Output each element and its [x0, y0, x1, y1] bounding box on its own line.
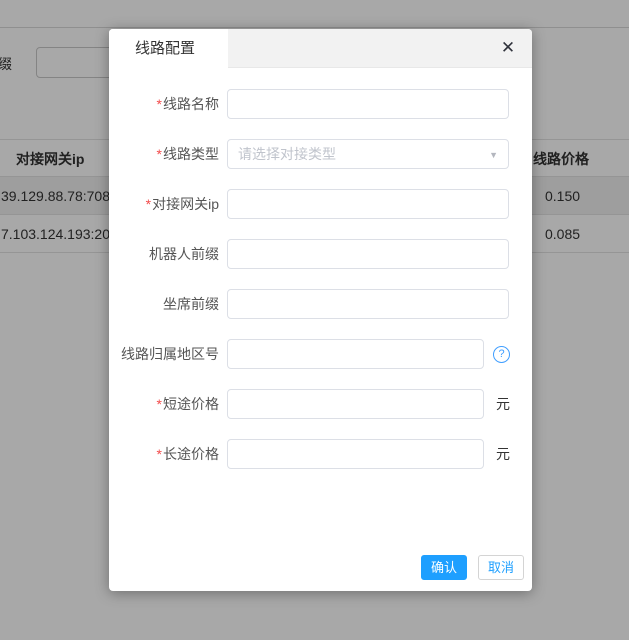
long-price-label: *长途价格 [109, 444, 219, 464]
label-text: 线路类型 [163, 146, 219, 162]
label-text: 对接网关ip [152, 196, 219, 212]
form-row-line-type: *线路类型 请选择对接类型 ▼ [109, 139, 532, 169]
form-row-agent-prefix: 坐席前缀 [109, 289, 532, 319]
required-asterisk: * [156, 446, 162, 462]
select-placeholder: 请选择对接类型 [238, 146, 336, 162]
line-name-input[interactable] [227, 89, 509, 119]
page: 前缀 对接网关ip 线路价格 39.129.88.78:708 0.150 7.… [0, 0, 629, 640]
robot-prefix-label: 机器人前缀 [109, 244, 219, 264]
required-asterisk: * [156, 146, 162, 162]
form-row-line-name: *线路名称 [109, 89, 532, 119]
form-row-gateway-ip: *对接网关ip [109, 189, 532, 219]
robot-prefix-input[interactable] [227, 239, 509, 269]
area-code-label: 线路归属地区号 [109, 344, 219, 364]
cancel-button[interactable]: 取消 [477, 555, 524, 580]
dialog-header: 线路配置 ✕ [109, 29, 532, 69]
yuan-unit-label: 元 [496, 446, 510, 462]
form-row-area-code: 线路归属地区号 ? [109, 339, 532, 369]
long-price-input[interactable] [227, 439, 484, 469]
chevron-down-icon: ▼ [489, 150, 498, 160]
gateway-ip-input[interactable] [227, 189, 509, 219]
required-asterisk: * [145, 196, 152, 212]
label-text: 短途价格 [163, 396, 219, 412]
label-text: 线路归属地区号 [121, 346, 219, 362]
label-text: 坐席前缀 [163, 296, 219, 312]
label-text: 线路名称 [163, 96, 219, 112]
confirm-button[interactable]: 确认 [420, 555, 467, 580]
line-type-select[interactable]: 请选择对接类型 ▼ [227, 139, 509, 169]
form-row-long-price: *长途价格 元 [109, 439, 532, 469]
short-price-label: *短途价格 [109, 394, 219, 414]
gateway-ip-label: *对接网关ip [109, 194, 219, 214]
close-icon[interactable]: ✕ [497, 37, 519, 59]
agent-prefix-label: 坐席前缀 [109, 294, 219, 314]
agent-prefix-input[interactable] [227, 289, 509, 319]
dialog-form: *线路名称 *线路类型 请选择对接类型 ▼ *对接网关ip 机器人前缀 坐席前缀… [109, 68, 532, 469]
required-asterisk: * [156, 396, 162, 412]
label-text: 长途价格 [163, 446, 219, 462]
yuan-unit-label: 元 [496, 396, 510, 412]
dialog-title-tab: 线路配置 [109, 29, 228, 69]
required-asterisk: * [156, 96, 162, 112]
line-type-label: *线路类型 [109, 144, 219, 164]
help-icon[interactable]: ? [493, 345, 510, 363]
form-row-short-price: *短途价格 元 [109, 389, 532, 419]
area-code-input[interactable] [227, 339, 484, 369]
dialog-title: 线路配置 [135, 40, 196, 57]
dialog-footer: 确认 取消 [420, 555, 524, 580]
form-row-robot-prefix: 机器人前缀 [109, 239, 532, 269]
line-name-label: *线路名称 [109, 94, 219, 114]
line-config-dialog: 线路配置 ✕ *线路名称 *线路类型 请选择对接类型 ▼ *对接网关ip 机器人… [109, 29, 532, 591]
short-price-input[interactable] [227, 389, 484, 419]
label-text: 机器人前缀 [149, 246, 219, 262]
